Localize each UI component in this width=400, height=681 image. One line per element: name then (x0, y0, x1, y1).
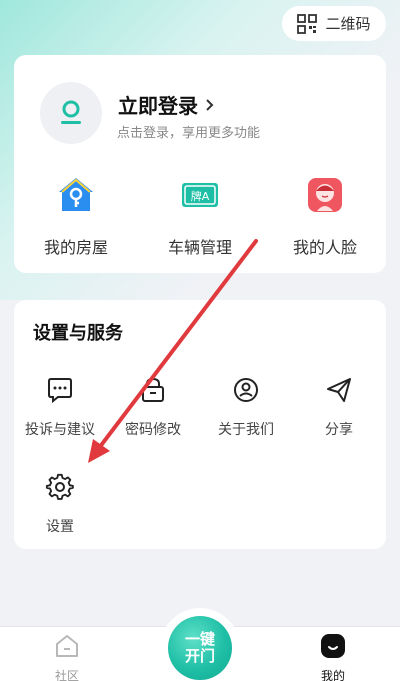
feature-label: 我的房屋 (43, 238, 108, 257)
tab-community[interactable]: 社区 (37, 632, 97, 681)
svg-text:牌A: 牌A (191, 189, 210, 203)
one-key-open-door-button[interactable]: 一键 开门 (168, 616, 232, 680)
user-card: 立即登录 点击登录，享用更多功能 我的房屋 牌A 车辆管理 我的人脸 (14, 55, 386, 273)
community-home-icon (56, 635, 78, 657)
service-label: 关于我们 (218, 422, 274, 438)
feature-label: 我的人脸 (292, 238, 357, 257)
login-link[interactable]: 立即登录 (118, 90, 214, 119)
center-button-line2: 开门 (184, 647, 215, 665)
service-label: 分享 (325, 422, 353, 438)
paper-plane-icon (327, 378, 351, 402)
feature-vehicle[interactable]: 牌A 车辆管理 (145, 175, 255, 258)
chat-bubble-icon (48, 378, 72, 404)
services-card: 设置与服务 投诉与建议 密码修改 关于我们 分享 设置 (14, 300, 386, 549)
service-share[interactable]: 分享 (293, 375, 385, 439)
tab-mine[interactable]: 我的 (303, 632, 363, 681)
login-subtitle: 点击登录，享用更多功能 (117, 126, 261, 141)
user-avatar-icon (61, 100, 81, 124)
lock-icon (142, 377, 164, 402)
avatar[interactable] (40, 82, 102, 144)
tab-label: 我的 (320, 669, 345, 681)
login-title: 立即登录 (118, 94, 198, 118)
service-label: 密码修改 (125, 422, 181, 438)
face-icon (308, 178, 342, 212)
qr-code-icon (297, 13, 318, 34)
tab-label: 社区 (54, 669, 79, 681)
feature-label: 车辆管理 (167, 238, 232, 257)
services-title: 设置与服务 (33, 323, 123, 344)
user-circle-icon (234, 378, 258, 402)
service-settings[interactable]: 设置 (14, 472, 106, 536)
gear-icon (45, 473, 74, 500)
license-plate-icon: 牌A (182, 183, 218, 207)
service-complaint[interactable]: 投诉与建议 (14, 375, 106, 439)
center-button-line1: 一键 (184, 630, 215, 648)
service-label: 设置 (46, 519, 74, 535)
service-label: 投诉与建议 (25, 422, 95, 438)
chevron-right-icon (206, 98, 214, 111)
house-key-icon (59, 178, 93, 211)
service-about[interactable]: 关于我们 (200, 375, 292, 439)
qr-code-button[interactable]: 二维码 (282, 6, 386, 41)
feature-my-face[interactable]: 我的人脸 (270, 175, 380, 258)
service-password[interactable]: 密码修改 (107, 375, 199, 439)
mine-face-icon (321, 634, 345, 658)
feature-my-house[interactable]: 我的房屋 (21, 175, 131, 258)
qr-code-label: 二维码 (325, 15, 371, 33)
